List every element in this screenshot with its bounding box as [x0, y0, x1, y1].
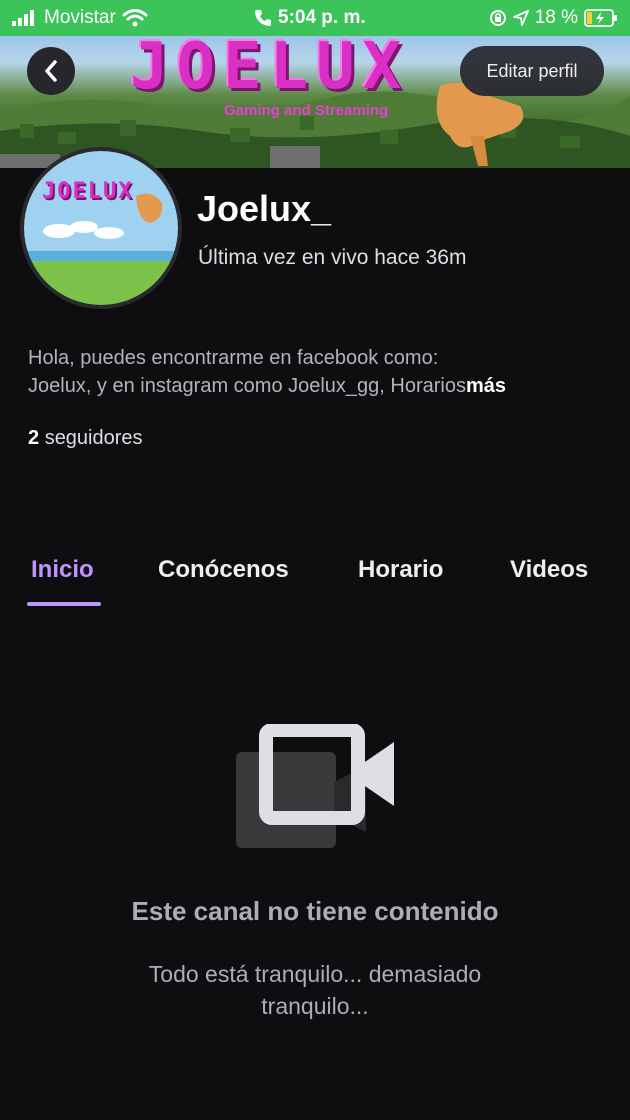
rotation-lock-icon — [489, 10, 506, 26]
battery-charging-icon — [584, 9, 617, 27]
back-button[interactable] — [27, 47, 75, 95]
signal-icon — [12, 10, 34, 26]
followers-number: 2 — [28, 427, 40, 449]
status-bar: Movistar 5:04 p. m. 18 % — [0, 0, 630, 36]
tab-conocenos[interactable]: Conócenos — [158, 556, 289, 584]
status-time: 5:04 p. m. — [278, 7, 366, 28]
bio-more-link[interactable]: más — [466, 375, 506, 397]
active-tab-indicator — [27, 602, 101, 606]
followers-label: seguidores — [44, 427, 143, 449]
channel-username: Joelux_ — [197, 188, 332, 229]
bio-line-2: Joelux, y en instagram como Joelux_gg, H… — [28, 372, 603, 400]
video-camera-icon — [236, 724, 394, 848]
phone-call-icon — [255, 10, 271, 26]
tab-inicio[interactable]: Inicio — [31, 556, 94, 584]
wifi-icon — [122, 9, 148, 27]
channel-bio: Hola, puedes encontrarme en facebook com… — [28, 344, 603, 400]
avatar-artwork — [24, 151, 178, 305]
tab-horario[interactable]: Horario — [358, 556, 443, 584]
bio-line-1: Hola, puedes encontrarme en facebook com… — [28, 347, 439, 369]
avatar[interactable]: JOELUX — [20, 147, 182, 309]
tab-videos[interactable]: Videos — [510, 556, 588, 584]
status-right-group: 18 % — [489, 7, 618, 29]
battery-percent: 18 % — [534, 7, 578, 28]
clock-group: 5:04 p. m. — [254, 7, 366, 29]
edit-profile-button[interactable]: Editar perfil — [460, 46, 604, 96]
last-live-text: Última vez en vivo hace 36m — [198, 246, 467, 269]
chevron-left-icon — [45, 60, 57, 82]
carrier-group: Movistar — [12, 7, 148, 29]
channel-tabs: Inicio Conócenos Horario Videos — [0, 552, 630, 612]
banner-tagline: Gaming and Streaming — [224, 102, 389, 119]
empty-state-title: Este canal no tiene contenido — [131, 896, 499, 926]
banner-logo: JOELUX — [130, 36, 410, 104]
location-arrow-icon — [512, 10, 529, 26]
carrier-name: Movistar — [44, 7, 116, 28]
empty-state-subtitle: Todo está tranquilo... demasiado tranqui… — [148, 961, 482, 1019]
avatar-logo: JOELUX — [42, 179, 134, 204]
bio-line-2-text: Joelux, y en instagram como Joelux_gg, H… — [28, 375, 466, 397]
followers-count[interactable]: 2 seguidores — [28, 427, 143, 450]
